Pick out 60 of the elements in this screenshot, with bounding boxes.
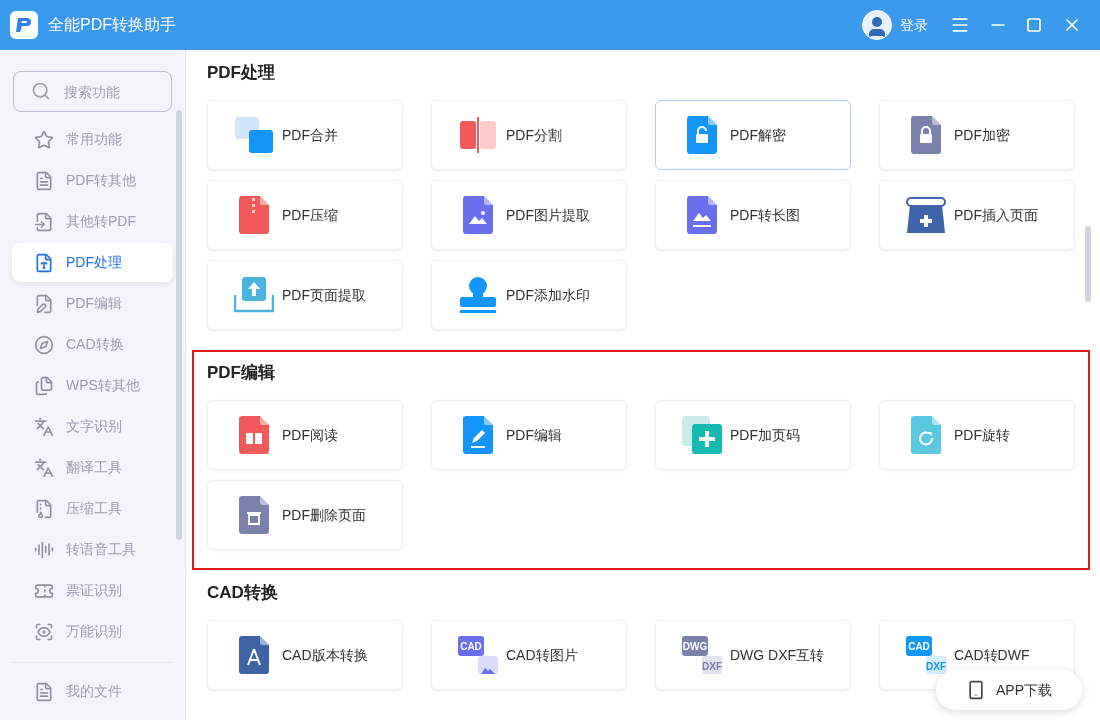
tool-card[interactable]: PDF页面提取 [207, 260, 403, 330]
tool-card[interactable]: PDF压缩 [207, 180, 403, 250]
tool-card[interactable]: PDF编辑 [431, 400, 627, 470]
section-title: PDF编辑 [207, 362, 276, 384]
maximize-icon[interactable] [1026, 17, 1042, 33]
add-page-icon [682, 416, 722, 454]
book-icon [239, 416, 269, 454]
search-field[interactable]: 搜索功能 [13, 71, 172, 112]
menu-icon[interactable] [950, 15, 970, 35]
pen-icon [463, 416, 493, 454]
tool-card[interactable]: DWG DXF DWG DXF互转 [655, 620, 851, 690]
zip-file-icon [239, 196, 269, 234]
unlock-icon [687, 116, 717, 154]
avatar-icon[interactable] [862, 10, 892, 40]
search-icon [31, 81, 51, 101]
tool-card[interactable]: CAD版本转换 [207, 620, 403, 690]
document-icon [34, 211, 54, 232]
image-file-icon [687, 196, 717, 234]
phone-icon [966, 680, 986, 700]
trash-icon [239, 496, 269, 534]
scrollbar[interactable] [1085, 226, 1091, 302]
tool-card[interactable]: PDF插入页面 [879, 180, 1075, 250]
document-icon [34, 681, 54, 702]
tool-card[interactable]: PDF解密 [655, 100, 851, 170]
tool-card[interactable]: PDF加密 [879, 100, 1075, 170]
merge-icon [235, 117, 273, 153]
tool-card[interactable]: PDF加页码 [655, 400, 851, 470]
edit-document-icon [34, 293, 54, 314]
tool-card[interactable]: PDF图片提取 [431, 180, 627, 250]
sidebar-item[interactable]: PDF处理 [12, 243, 173, 282]
tool-card[interactable]: PDF添加水印 [431, 260, 627, 330]
document-icon [34, 252, 54, 273]
insert-page-icon [906, 197, 946, 233]
tool-card[interactable]: PDF转长图 [655, 180, 851, 250]
app-logo-icon [10, 11, 38, 39]
tool-card[interactable]: PDF分割 [431, 100, 627, 170]
lock-icon [911, 116, 941, 154]
tool-card[interactable]: CAD CAD转图片 [431, 620, 627, 690]
split-icon [460, 117, 496, 153]
documents-icon [34, 375, 54, 396]
document-icon [34, 170, 54, 191]
tool-card[interactable]: PDF阅读 [207, 400, 403, 470]
window-title: 全能PDF转换助手 [48, 15, 176, 35]
translate-icon [34, 457, 54, 478]
tool-card[interactable]: PDF旋转 [879, 400, 1075, 470]
audio-wave-icon [34, 539, 54, 560]
stamp-icon [458, 277, 498, 313]
page-extract-icon [234, 277, 274, 313]
section-title: PDF处理 [207, 62, 276, 84]
tool-card[interactable]: PDF合并 [207, 100, 403, 170]
app-download-toast[interactable]: APP下载 [936, 670, 1082, 710]
scan-eye-icon [34, 621, 54, 642]
star-icon [34, 129, 54, 150]
section-title: CAD转换 [207, 582, 279, 604]
tool-card[interactable]: PDF删除页面 [207, 480, 403, 550]
rotate-icon [911, 416, 941, 454]
translate-icon [34, 416, 54, 437]
image-file-icon [463, 196, 493, 234]
scrollbar[interactable] [176, 110, 182, 540]
archive-icon [34, 498, 54, 519]
